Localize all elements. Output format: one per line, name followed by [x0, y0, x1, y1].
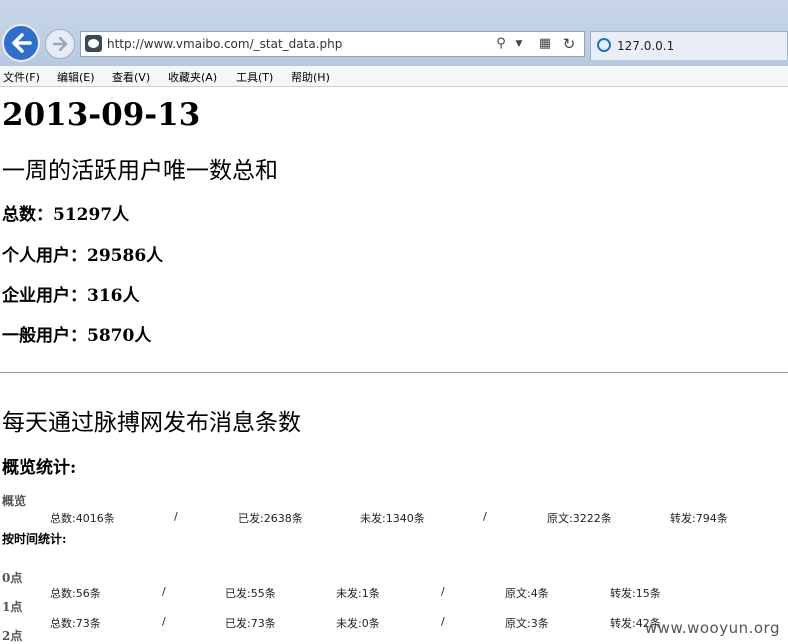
hour-label: 2点 [2, 629, 23, 643]
stat-personal: 个人用户：29586人 [2, 246, 164, 266]
menu-view[interactable]: 查看(V) [112, 69, 150, 85]
overview-original: 原文:3222条 [547, 512, 612, 525]
hour-forward: 转发:15条 [610, 587, 661, 600]
url-text[interactable]: http://www.vmaibo.com/_stat_data.php [107, 37, 342, 51]
overview-sent: 已发:2638条 [238, 512, 303, 525]
forward-button[interactable] [45, 29, 75, 59]
site-favicon-icon [85, 35, 102, 52]
compatibility-view-icon[interactable]: ▦ [537, 36, 553, 52]
hour-label: 0点 [2, 571, 23, 585]
hour-sent: 已发:55条 [225, 587, 276, 600]
page-content: 2013-09-13 一周的活跃用户唯一数总和 总数：51297人 个人用户：2… [0, 87, 788, 643]
back-button[interactable] [2, 24, 40, 62]
separator: / [162, 585, 166, 598]
hour-original: 原文:4条 [505, 587, 549, 600]
overview-forward: 转发:794条 [670, 512, 728, 525]
menu-file[interactable]: 文件(F) [3, 69, 40, 85]
ie-icon [597, 38, 611, 52]
arrow-right-icon [52, 36, 68, 52]
refresh-icon[interactable]: ↻ [561, 36, 577, 52]
overview-label: 概览 [2, 494, 27, 508]
separator: / [483, 510, 487, 523]
separator: / [162, 615, 166, 628]
hour-unsent: 未发:0条 [336, 617, 380, 630]
daily-title: 每天通过脉搏网发布消息条数 [2, 410, 301, 436]
overview-unsent: 未发:1340条 [360, 512, 425, 525]
menu-edit[interactable]: 编辑(E) [57, 69, 95, 85]
divider [0, 372, 788, 373]
hour-original: 原文:3条 [505, 617, 549, 630]
overview-heading: 概览统计: [2, 458, 77, 478]
separator: / [441, 615, 445, 628]
hour-unsent: 未发:1条 [336, 587, 380, 600]
dropdown-icon[interactable]: ▼ [511, 36, 527, 52]
hour-total: 总数:56条 [50, 587, 101, 600]
hour-sent: 已发:73条 [225, 617, 276, 630]
address-bar[interactable]: http://www.vmaibo.com/_stat_data.php ⚲ ▼… [80, 31, 585, 57]
stat-general: 一般用户：5870人 [2, 326, 152, 346]
by-hour-heading: 按时间统计: [2, 532, 67, 546]
separator: / [441, 585, 445, 598]
menu-bar: 文件(F) 编辑(E) 查看(V) 收藏夹(A) 工具(T) 帮助(H) [0, 66, 788, 87]
page-date: 2013-09-13 [2, 97, 201, 133]
menu-help[interactable]: 帮助(H) [291, 69, 330, 85]
arrow-left-icon [12, 33, 32, 53]
browser-tab[interactable]: 127.0.0.1 [590, 31, 788, 60]
stat-total: 总数：51297人 [2, 205, 130, 225]
search-icon[interactable]: ⚲ [493, 36, 509, 52]
hour-label: 1点 [2, 600, 23, 614]
overview-total: 总数:4016条 [50, 512, 115, 525]
browser-toolbar: http://www.vmaibo.com/_stat_data.php ⚲ ▼… [0, 0, 788, 66]
separator: / [174, 510, 178, 523]
hour-total: 总数:73条 [50, 617, 101, 630]
watermark: www.wooyun.org [644, 619, 780, 637]
weekly-title: 一周的活跃用户唯一数总和 [2, 158, 278, 184]
tab-title: 127.0.0.1 [617, 39, 675, 53]
stat-enterprise: 企业用户：316人 [2, 286, 140, 306]
menu-favorites[interactable]: 收藏夹(A) [168, 69, 217, 85]
menu-tools[interactable]: 工具(T) [236, 69, 273, 85]
